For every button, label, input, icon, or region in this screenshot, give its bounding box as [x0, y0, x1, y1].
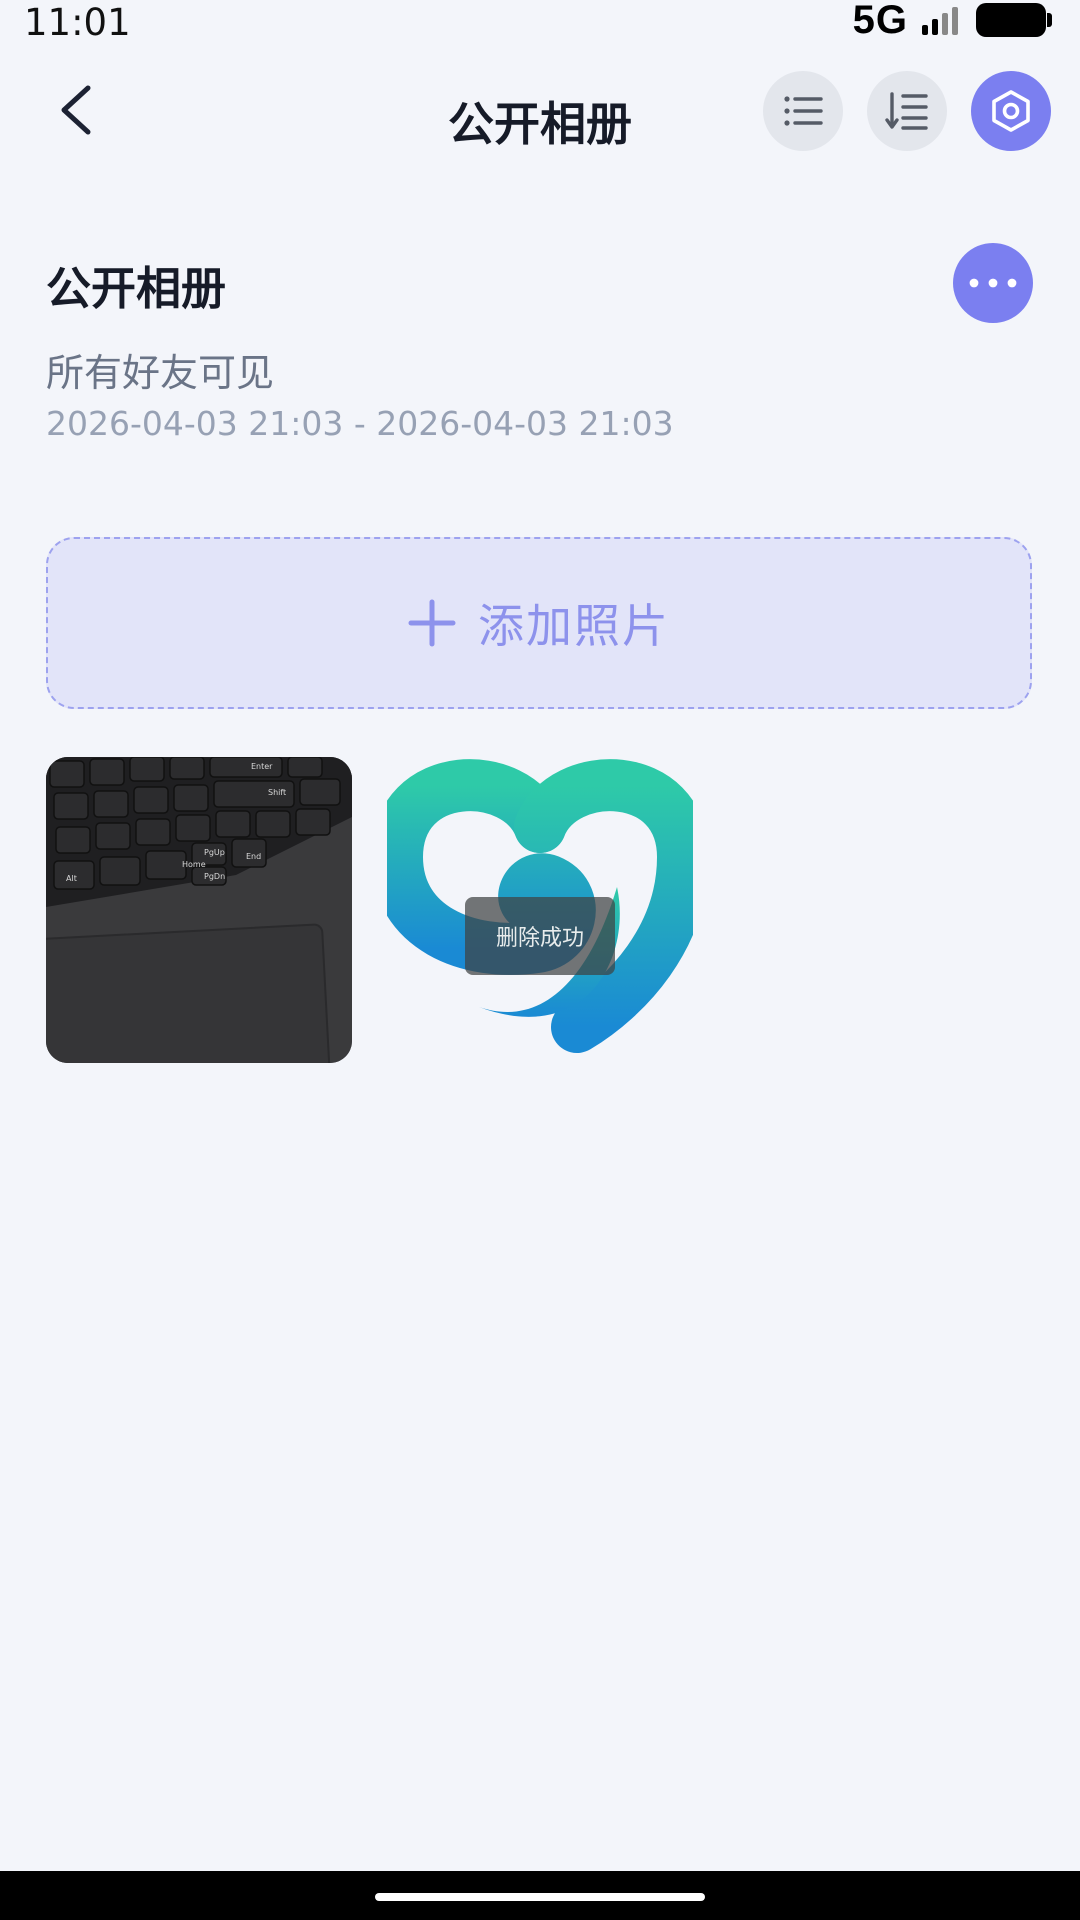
svg-text:Home: Home [182, 860, 206, 869]
hexagon-settings-icon [992, 90, 1030, 132]
album-name: 公开相册 [46, 262, 227, 315]
svg-text:Enter: Enter [251, 762, 273, 771]
app-header: 公开相册 [0, 60, 1080, 160]
list-view-button[interactable] [763, 71, 843, 151]
toast-message: 删除成功 [465, 897, 615, 975]
status-bar: 11:01 5G [0, 0, 1080, 48]
album-date-range: 2026-04-03 21:03 - 2026-04-03 21:03 [46, 404, 674, 443]
plus-icon [408, 599, 456, 647]
more-options-button[interactable] [953, 243, 1033, 323]
album-visibility: 所有好友可见 [46, 351, 275, 395]
sort-button[interactable] [867, 71, 947, 151]
photo-thumbnail[interactable]: Enter Shift PgUp PgDn Home End Alt [46, 757, 352, 1063]
more-horizontal-icon [969, 278, 1017, 288]
add-photo-button[interactable]: 添加照片 [46, 537, 1032, 709]
svg-text:PgUp: PgUp [204, 848, 225, 857]
svg-text:End: End [246, 852, 261, 861]
svg-text:Alt: Alt [66, 874, 77, 883]
system-nav-bar [0, 1871, 1080, 1920]
sort-order-icon [885, 92, 928, 130]
add-photo-label: 添加照片 [478, 599, 670, 653]
list-icon [784, 96, 823, 126]
status-time: 11:01 [24, 1, 131, 44]
signal-icon [922, 5, 962, 35]
svg-text:Shift: Shift [268, 788, 286, 797]
svg-text:PgDn: PgDn [204, 872, 225, 881]
status-indicators: 5G [852, 0, 1052, 42]
battery-icon [976, 3, 1052, 37]
album-settings-button[interactable] [971, 71, 1051, 151]
keyboard-photo: Enter Shift PgUp PgDn Home End Alt [46, 757, 352, 1063]
home-indicator[interactable] [375, 1893, 705, 1901]
network-type: 5G [852, 0, 908, 42]
